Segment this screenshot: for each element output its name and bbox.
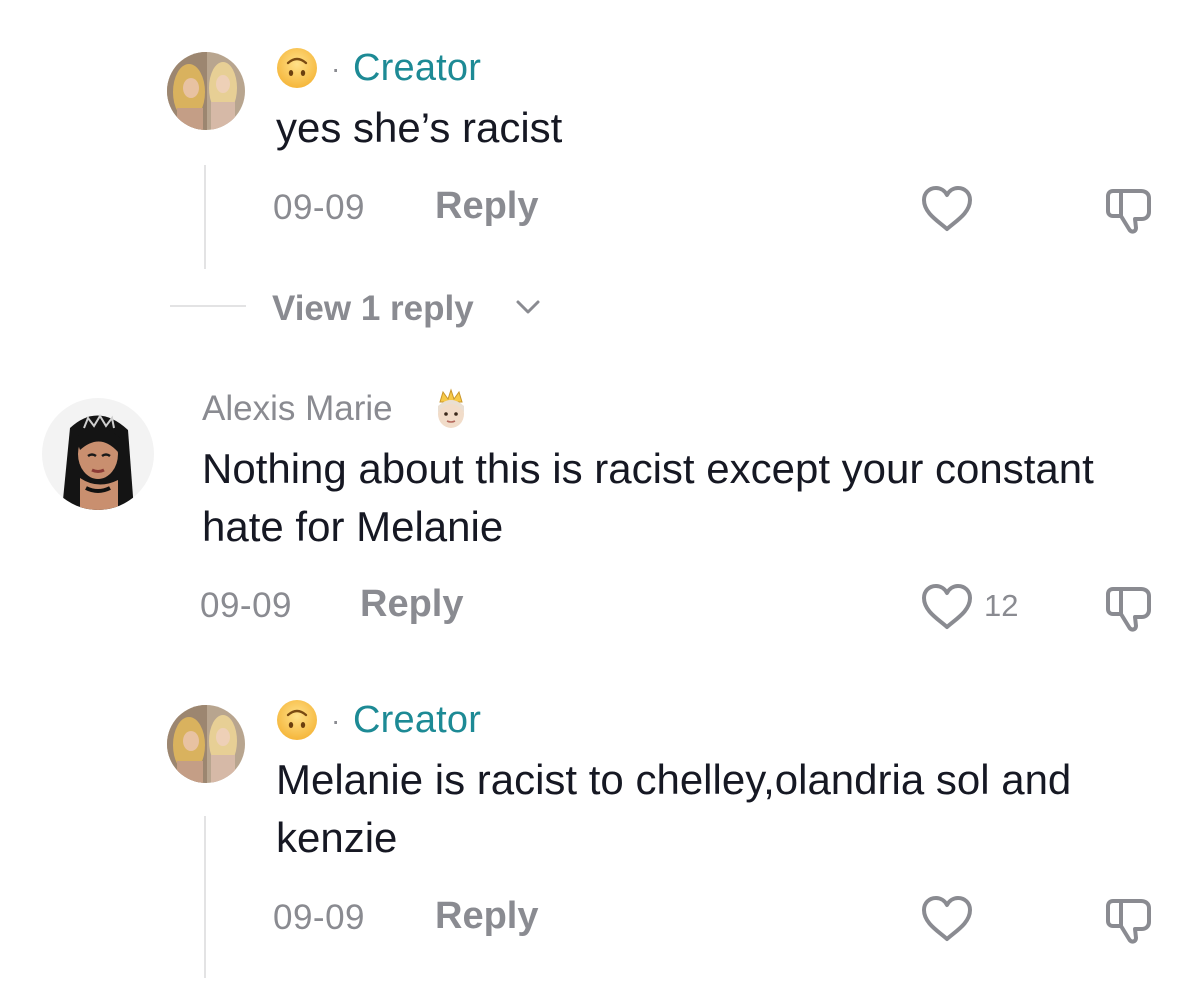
comment-date: 09-09 [200,586,293,625]
creator-avatar[interactable] [167,705,245,783]
creator-label[interactable]: Creator [353,701,481,739]
reply-button[interactable]: Reply [435,187,538,225]
comment-text: yes she’s racist [276,104,563,151]
heart-outline-icon[interactable] [920,184,974,234]
dislike-icon[interactable] [1103,896,1159,946]
view-replies-button[interactable]: View 1 reply [272,291,474,326]
user-avatar[interactable] [42,398,154,510]
reply-button[interactable]: Reply [435,897,538,935]
separator-dot: · [331,705,341,736]
comment-date: 09-09 [273,188,366,227]
username[interactable]: Alexis Marie [202,391,393,426]
princess-emoji [438,388,464,428]
heart-outline-icon[interactable] [920,582,974,632]
heart-outline-icon[interactable] [920,894,974,944]
comment-date: 09-09 [273,898,366,937]
upside-down-face-emoji [277,700,317,740]
like-count: 12 [984,588,1019,623]
comment-text: Nothing about this is racist except your… [202,445,1094,550]
thread-line [204,816,206,978]
separator-dot: · [331,53,341,84]
comment-text: Melanie is racist to chelley,olandria so… [276,756,1072,861]
divider-line [170,305,246,307]
reply-button[interactable]: Reply [360,585,463,623]
chevron-down-icon[interactable] [514,297,542,317]
dislike-icon[interactable] [1103,584,1159,634]
creator-label[interactable]: Creator [353,49,481,87]
dislike-icon[interactable] [1103,186,1159,236]
thread-line [204,165,206,269]
upside-down-face-emoji [277,48,317,88]
creator-avatar[interactable] [167,52,245,130]
